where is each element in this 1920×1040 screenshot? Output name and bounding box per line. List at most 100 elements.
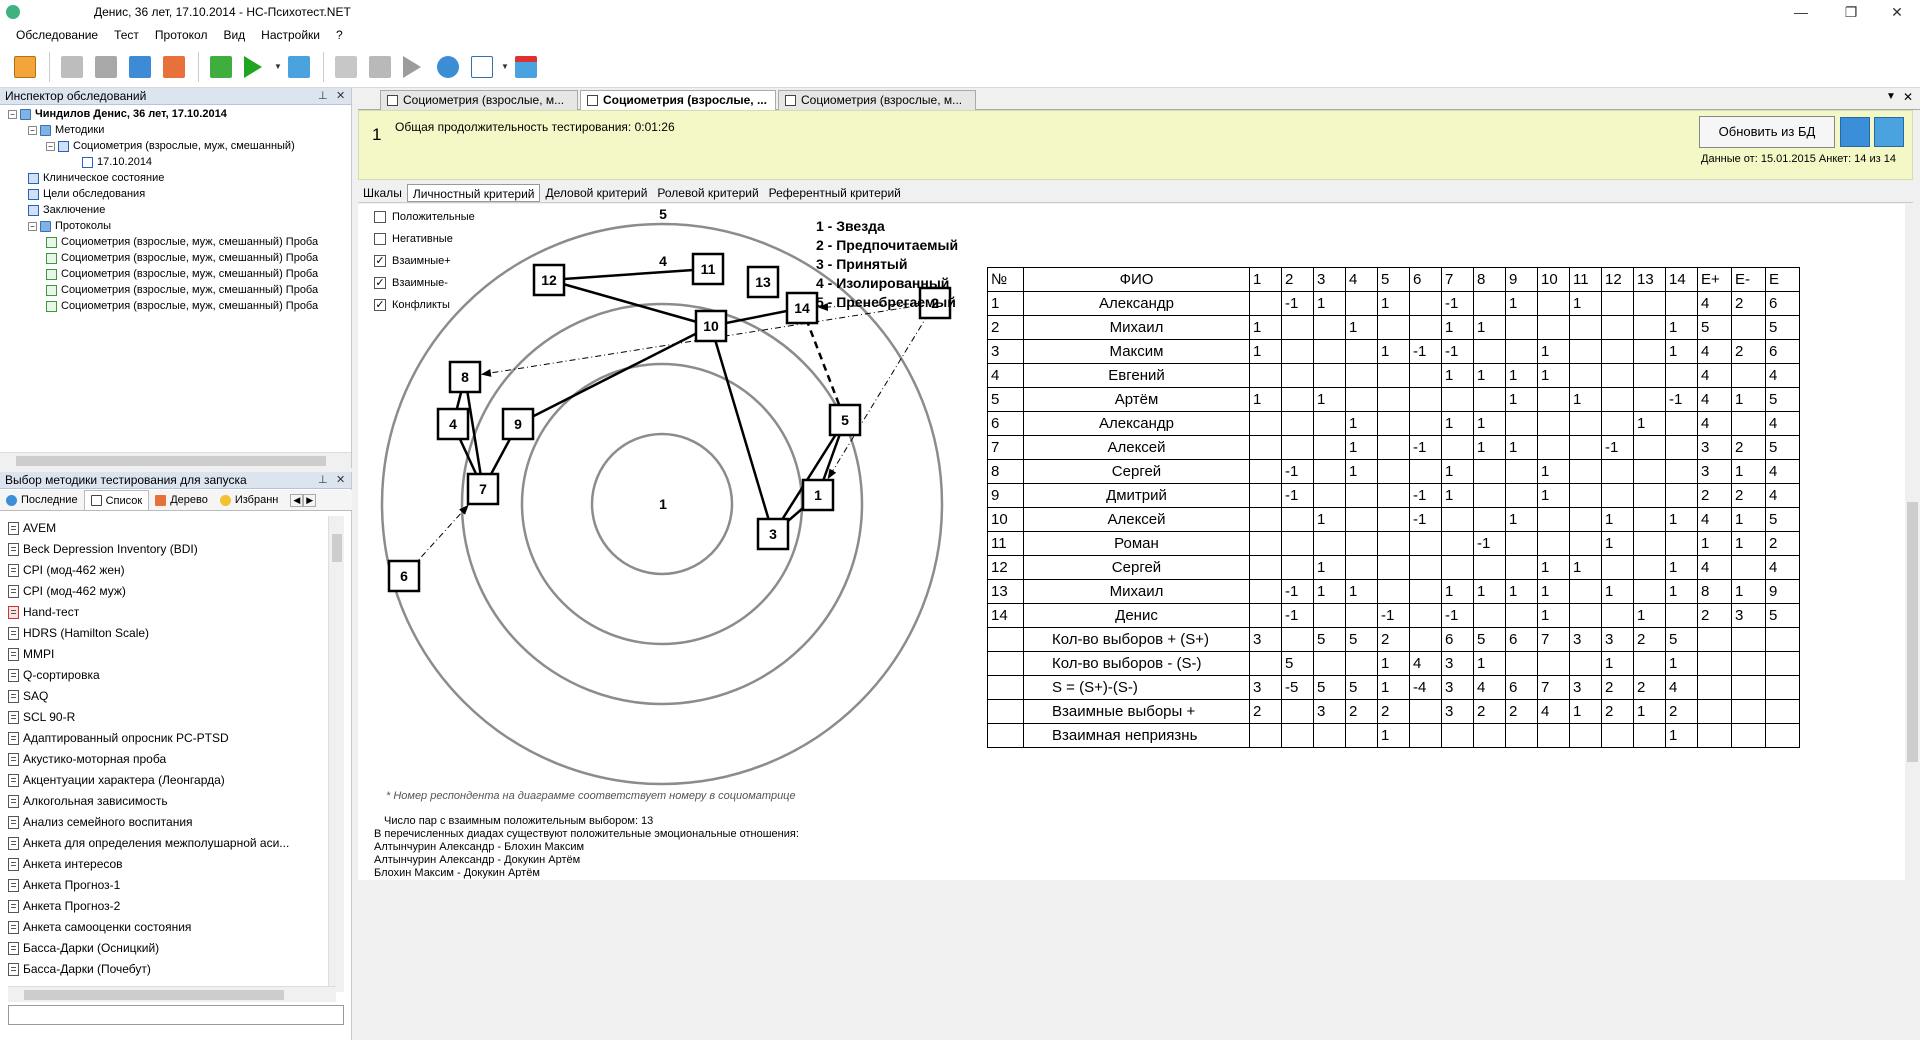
menu-view[interactable]: Вид xyxy=(215,28,253,42)
method-item[interactable]: Анализ семейного воспитания xyxy=(8,812,336,833)
tree-item-label: Социометрия (взрослые, муж, смешанный) П… xyxy=(61,268,319,280)
collapse-icon[interactable]: − xyxy=(28,221,37,231)
pin-icon[interactable]: ⊥ xyxy=(318,472,328,489)
tab-recent[interactable]: Последние xyxy=(0,490,84,510)
chart-icon[interactable] xyxy=(365,51,395,83)
collapse-icon[interactable]: − xyxy=(8,109,17,119)
pin-icon[interactable]: ⊥ xyxy=(318,88,328,105)
method-item[interactable]: Hand-тест xyxy=(8,602,336,623)
table-cell xyxy=(1281,435,1314,460)
tree-item[interactable]: − Чиндилов Денис, 36 лет, 17.10.2014 xyxy=(8,106,227,122)
method-item[interactable]: CPI (мод-462 жен) xyxy=(8,560,336,581)
method-item[interactable]: Q-сортировка xyxy=(8,665,336,686)
settings-icon[interactable] xyxy=(433,51,463,83)
run-list-icon[interactable] xyxy=(206,51,236,83)
menu-test[interactable]: Тест xyxy=(106,28,147,42)
play-dropdown-icon[interactable]: ▼ xyxy=(274,62,282,71)
tree-item[interactable]: 17.10.2014 xyxy=(82,154,152,170)
step-icon[interactable] xyxy=(399,51,429,83)
tabs-scroll-left-icon[interactable]: ◀ xyxy=(290,493,304,507)
grid-icon[interactable] xyxy=(331,51,361,83)
method-item[interactable]: Анкета Прогноз-2 xyxy=(8,896,336,917)
method-search-input[interactable] xyxy=(8,1005,344,1025)
respondent-name: Алексей xyxy=(1023,435,1250,460)
doc-tab-3[interactable]: Социометрия (взрослые, м... xyxy=(778,90,976,110)
method-list-hscroll[interactable] xyxy=(8,986,336,1002)
method-item[interactable]: Beck Depression Inventory (BDI) xyxy=(8,539,336,560)
collapse-icon[interactable]: − xyxy=(28,125,37,135)
menu-help[interactable]: ? xyxy=(328,28,351,42)
method-item[interactable]: Анкета интересов xyxy=(8,854,336,875)
method-item[interactable]: Акцентуации характера (Леонгарда) xyxy=(8,770,336,791)
method-item[interactable]: Анкета для определения межполушарной аси… xyxy=(8,833,336,854)
tree-item[interactable]: − Социометрия (взрослые, муж, смешанный) xyxy=(46,138,295,154)
method-item[interactable]: HDRS (Hamilton Scale) xyxy=(8,623,336,644)
close-panel-icon[interactable]: ✕ xyxy=(336,88,345,105)
tab-tree[interactable]: Дерево xyxy=(149,490,214,510)
menu-protocol[interactable]: Протокол xyxy=(147,28,216,42)
export-icon[interactable] xyxy=(159,51,189,83)
play-icon[interactable] xyxy=(240,51,270,83)
tab-referent-criterion[interactable]: Референтный критерий xyxy=(764,184,906,202)
tabs-menu-icon[interactable]: ▼ xyxy=(1886,91,1896,102)
sync-icon[interactable] xyxy=(1874,117,1904,147)
tabs-scroll-right-icon[interactable]: ▶ xyxy=(303,493,317,507)
print-icon[interactable] xyxy=(57,51,87,83)
method-item[interactable]: MMPI xyxy=(8,644,336,665)
method-item[interactable]: Анкета Прогноз-1 xyxy=(8,875,336,896)
sociometry-content: Положительные Негативные ✓ Взаимные+ ✓ Вза… xyxy=(358,204,1905,880)
doc-tab-1[interactable]: Социометрия (взрослые, м... xyxy=(380,90,578,110)
method-item[interactable]: Анкета самооценки состояния xyxy=(8,917,336,938)
close-tab-icon[interactable]: ✕ xyxy=(1903,90,1913,104)
tree-item[interactable]: Социометрия (взрослые, муж, смешанный) П… xyxy=(46,282,318,298)
scroll-thumb[interactable] xyxy=(1907,502,1918,762)
method-item[interactable]: SAQ xyxy=(8,686,336,707)
tab-list[interactable]: Список xyxy=(83,490,150,510)
tree-item[interactable]: Заключение xyxy=(28,202,105,218)
method-item[interactable]: Басса-Дарки (Осницкий) xyxy=(8,938,336,959)
minimize-icon[interactable]: — xyxy=(1778,0,1824,24)
inspector-hscroll[interactable] xyxy=(0,452,351,468)
collapse-icon[interactable]: − xyxy=(46,141,55,151)
method-item[interactable]: CPI (мод-462 муж) xyxy=(8,581,336,602)
column-header: 9 xyxy=(1505,267,1538,292)
tree-item[interactable]: − Методики xyxy=(28,122,104,138)
save-icon[interactable] xyxy=(125,51,155,83)
open-folder-icon[interactable] xyxy=(10,51,40,83)
close-window-icon[interactable] xyxy=(511,51,541,83)
node-7: 7 xyxy=(466,472,500,506)
tab-scales[interactable]: Шкалы xyxy=(358,184,407,202)
method-item[interactable]: AVEM xyxy=(8,518,336,539)
method-item[interactable]: Акустико-моторная проба xyxy=(8,749,336,770)
method-item[interactable]: SCL 90-R xyxy=(8,707,336,728)
table-cell: 4 xyxy=(1697,507,1732,532)
method-list-vscroll[interactable] xyxy=(328,516,344,992)
tree-item[interactable]: Социометрия (взрослые, муж, смешанный) П… xyxy=(46,298,318,314)
gear-print-icon[interactable] xyxy=(91,51,121,83)
tree-item[interactable]: Цели обследования xyxy=(28,186,145,202)
tree-item[interactable]: − Протоколы xyxy=(28,218,111,234)
network-icon[interactable] xyxy=(284,51,314,83)
report-dropdown-icon[interactable]: ▼ xyxy=(501,62,509,71)
close-panel-icon[interactable]: ✕ xyxy=(336,472,345,489)
tab-personal-criterion[interactable]: Личностный критерий xyxy=(406,183,541,202)
menu-examination[interactable]: Обследование xyxy=(8,28,106,42)
tree-item[interactable]: Социометрия (взрослые, муж, смешанный) П… xyxy=(46,266,318,282)
refresh-from-db-button[interactable]: Обновить из БД xyxy=(1699,116,1835,148)
menu-settings[interactable]: Настройки xyxy=(253,28,328,42)
tab-role-criterion[interactable]: Ролевой критерий xyxy=(652,184,763,202)
close-icon[interactable]: ✕ xyxy=(1874,0,1920,24)
doc-tab-2[interactable]: Социометрия (взрослые, ... xyxy=(580,90,776,111)
report-icon[interactable] xyxy=(467,51,497,83)
method-item[interactable]: Адаптированный опросник PC-PTSD xyxy=(8,728,336,749)
tree-item[interactable]: Социометрия (взрослые, муж, смешанный) П… xyxy=(46,234,318,250)
content-vscroll[interactable] xyxy=(1905,204,1920,880)
tree-item[interactable]: Клиническое состояние xyxy=(28,170,164,186)
tab-business-criterion[interactable]: Деловой критерий xyxy=(540,184,652,202)
list-view-icon[interactable] xyxy=(1840,117,1870,147)
method-item[interactable]: Алкогольная зависимость xyxy=(8,791,336,812)
tab-favorites[interactable]: Избранн xyxy=(214,490,285,510)
restore-icon[interactable]: ❐ xyxy=(1828,0,1874,24)
method-item[interactable]: Басса-Дарки (Почебут) xyxy=(8,959,336,980)
tree-item[interactable]: Социометрия (взрослые, муж, смешанный) П… xyxy=(46,250,318,266)
